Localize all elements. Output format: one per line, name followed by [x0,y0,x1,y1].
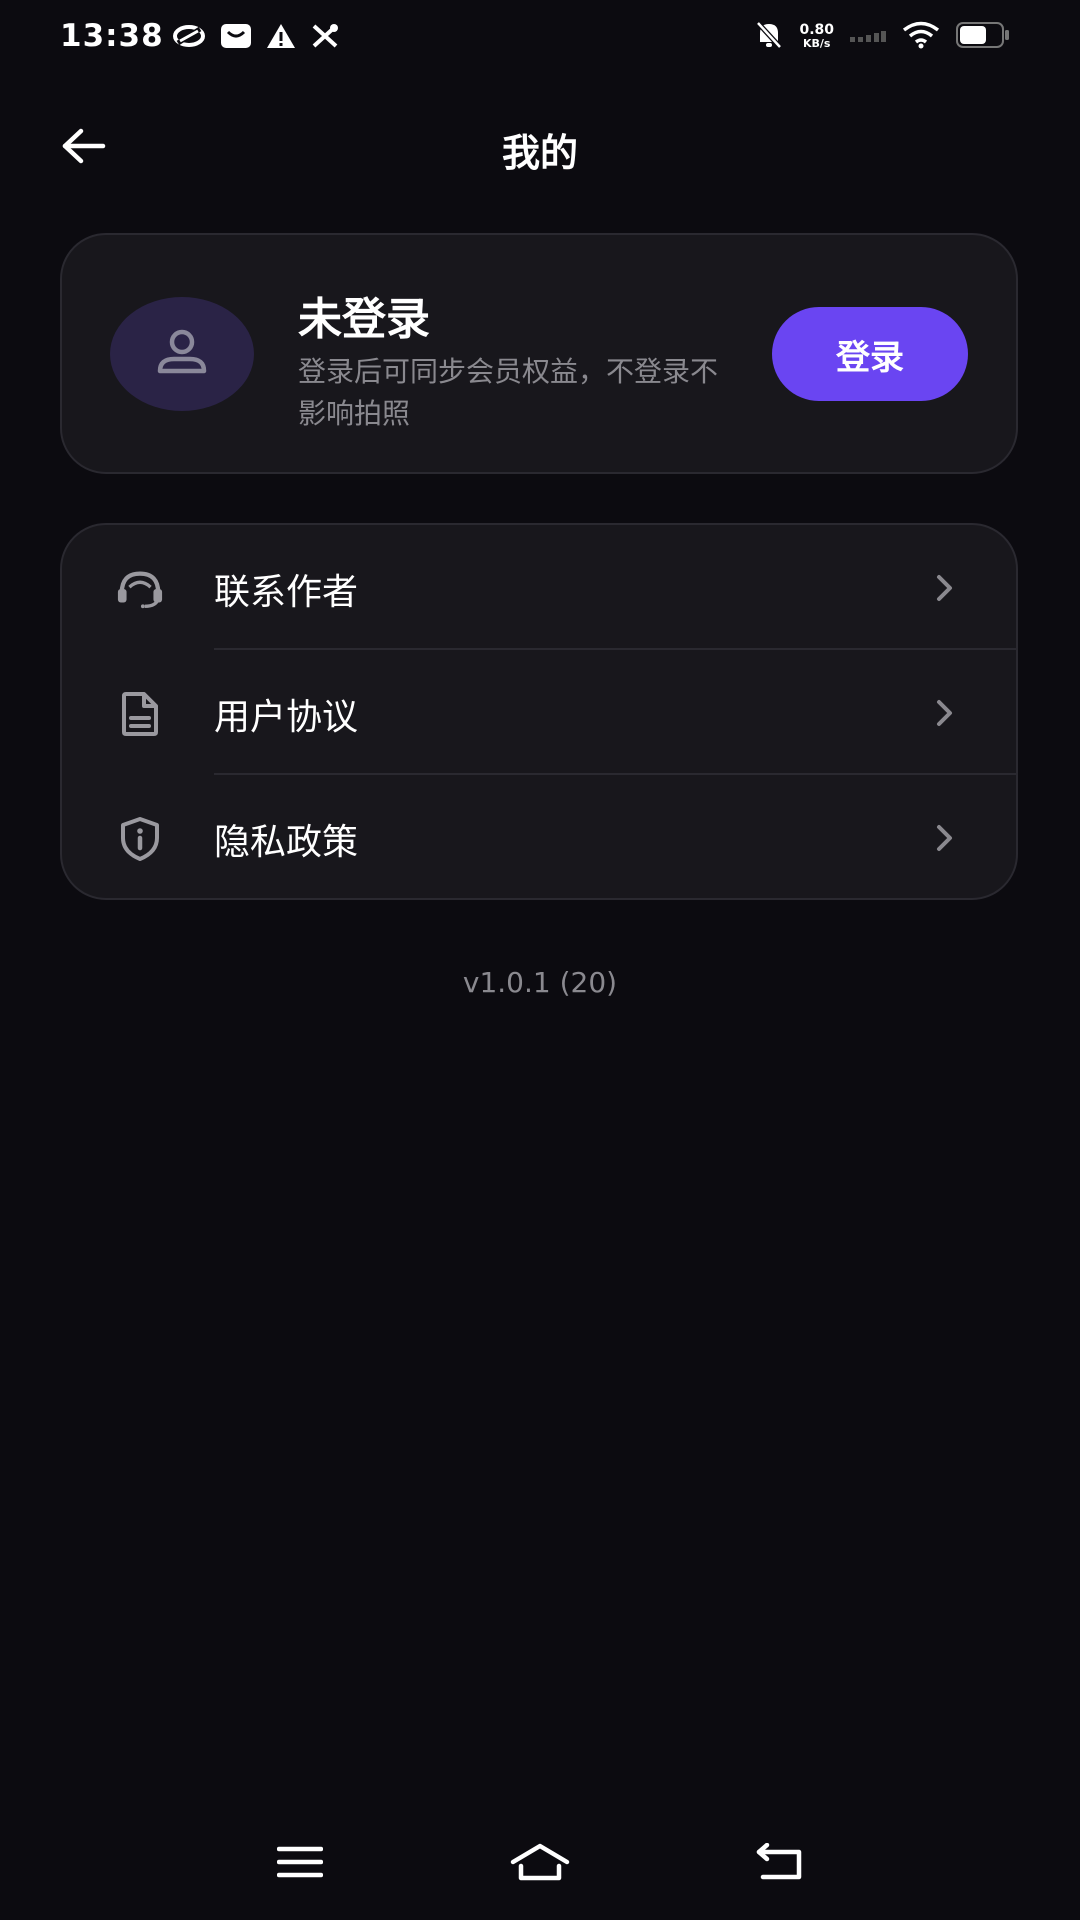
back-icon [755,1842,805,1885]
wifi-icon [902,21,940,53]
app-version: v1.0.1 (20) [462,966,618,999]
nav-home-button[interactable] [500,1836,580,1892]
mail-icon [220,23,252,53]
status-notification-icons [172,22,340,54]
navigation-bar [0,1810,1080,1920]
home-icon [509,1842,571,1886]
menu-item-privacy-policy[interactable]: 隐私政策 [62,775,1016,898]
signal-icon [850,27,886,47]
menu-item-label: 隐私政策 [214,822,359,863]
login-button[interactable]: 登录 [772,307,968,401]
tools-icon [310,22,340,54]
app-bar: 我的 [0,100,1080,196]
status-time: 13:38 [60,18,164,54]
menu-card: 联系作者 用户协议 隐私政策 [60,523,1018,900]
battery-icon [956,22,1010,52]
screen: 13:38 0.80 KB/s 我的 未登录 登录后可同步会员权益，不登录不影响… [0,0,1080,1920]
person-icon [152,327,212,381]
profile-card: 未登录 登录后可同步会员权益，不登录不影响拍照 登录 [60,233,1018,474]
link-icon [172,23,206,53]
nav-menu-button[interactable] [260,1836,340,1892]
avatar [110,297,254,411]
menu-item-contact-author[interactable]: 联系作者 [62,525,1016,650]
shield-info-icon [116,815,164,863]
document-icon [116,690,164,738]
profile-name: 未登录 [298,294,430,345]
nav-back-button[interactable] [740,1836,820,1892]
net-speed: 0.80 KB/s [799,22,834,50]
net-speed-unit: KB/s [802,37,831,50]
chevron-right-icon [937,575,952,601]
chevron-right-icon [937,700,952,726]
menu-item-user-agreement[interactable]: 用户协议 [62,650,1016,775]
menu-item-label: 用户协议 [214,697,359,738]
warning-icon [266,23,296,53]
bell-off-icon [755,20,783,54]
status-system-icons: 0.80 KB/s [755,20,1010,54]
headset-icon [116,565,164,613]
menu-item-label: 联系作者 [214,572,359,613]
chevron-right-icon [937,825,952,851]
profile-hint: 登录后可同步会员权益，不登录不影响拍照 [298,355,719,430]
page-title: 我的 [501,131,578,175]
net-speed-value: 0.80 [799,22,834,38]
status-bar: 13:38 0.80 KB/s [0,0,1080,80]
menu-icon [276,1845,324,1883]
